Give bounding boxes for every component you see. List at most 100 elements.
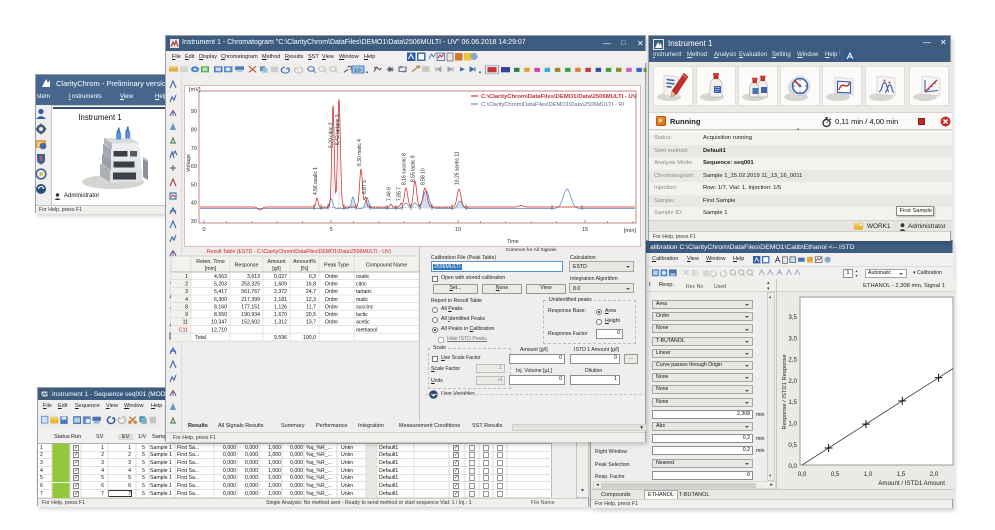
svg-text:0,0: 0,0 [788,463,797,470]
svg-text:30: 30 [191,219,197,225]
svg-text:5,42 tartaric 3: 5,42 tartaric 3 [335,114,341,145]
svg-text:8,16 succinc 8: 8,16 succinc 8 [402,153,408,185]
svg-text:561,767: 561,767 [241,289,260,295]
svg-text:1,0: 1,0 [788,421,797,428]
svg-text:[mV]: [mV] [189,87,201,93]
svg-text:3,613: 3,613 [247,274,260,280]
svg-text:80: 80 [191,128,197,134]
svg-text:2,0: 2,0 [930,471,939,478]
svg-text:0: 0 [202,227,205,233]
svg-text:4,563: 4,563 [214,274,227,280]
svg-text:40: 40 [191,201,197,207]
svg-text:1: 1 [185,274,188,280]
svg-text:Response: Response [235,263,259,269]
svg-text:7,85 7: 7,85 7 [397,187,403,201]
svg-text:oxalic: oxalic [356,274,370,280]
svg-text:Amount%: Amount% [293,259,316,265]
svg-text:malic: malic [356,297,369,303]
svg-text:Ordnr: Ordnr [325,282,339,288]
svg-text:5: 5 [329,227,332,233]
svg-text:lactic: lactic [356,312,368,318]
svg-text:C:\ClarityChrom\DataFiles\DEMO: C:\ClarityChrom\DataFiles\DEMO1\Data\250… [481,94,637,100]
svg-text:8,160: 8,160 [214,304,227,310]
svg-text:4: 4 [185,297,188,303]
svg-text:1,670: 1,670 [274,312,287,318]
svg-text:Ordnr: Ordnr [325,320,339,326]
svg-text:0,5: 0,5 [788,442,797,449]
svg-text:C11: C11 [179,327,188,333]
svg-text:100,0: 100,0 [303,335,316,341]
svg-text:8,550: 8,550 [214,312,227,318]
svg-text:0,027: 0,027 [274,274,287,280]
svg-text:9: 9 [185,312,188,318]
svg-text:succinc: succinc [356,304,374,310]
svg-text:Compound Name: Compound Name [366,263,408,269]
svg-text:methanol: methanol [356,327,377,333]
svg-text:2,5: 2,5 [788,357,797,364]
svg-text:Amount / ISTD1 Amount: Amount / ISTD1 Amount [878,480,945,487]
svg-text:1,0: 1,0 [864,471,873,478]
svg-text:6,300: 6,300 [214,297,227,303]
svg-text:11: 11 [183,320,188,326]
svg-text:9,596: 9,596 [274,335,287,341]
svg-text:16,8: 16,8 [306,282,316,288]
svg-text:2,372: 2,372 [274,289,287,295]
svg-text:tartaric: tartaric [356,289,372,295]
svg-text:12,3: 12,3 [306,297,316,303]
svg-text:217,399: 217,399 [241,297,260,303]
svg-text:3: 3 [185,289,188,295]
svg-text:5,20 citric 2: 5,20 citric 2 [329,122,335,148]
svg-text:1,126: 1,126 [274,304,287,310]
svg-text:[min]: [min] [205,266,217,272]
svg-text:152,602: 152,602 [241,320,260,326]
svg-text:3,5: 3,5 [788,314,797,321]
svg-text:2: 2 [185,282,188,288]
svg-text:1,181: 1,181 [274,297,287,303]
svg-text:Ordnr: Ordnr [325,304,339,310]
svg-text:3,0: 3,0 [788,335,797,342]
svg-text:70: 70 [191,146,197,152]
svg-text:acetic: acetic [356,320,370,326]
svg-text:[g/l]: [g/l] [272,266,281,272]
svg-text:1,609: 1,609 [274,282,287,288]
svg-text:Peak Type: Peak Type [324,263,349,269]
svg-text:1,312: 1,312 [274,320,287,326]
svg-text:Response / ISTD1 Response: Response / ISTD1 Response [782,354,788,429]
svg-text:20,5: 20,5 [306,312,316,318]
svg-text:10: 10 [455,227,461,233]
svg-text:7,46 6: 7,46 6 [387,187,393,201]
svg-text:C:\ClarityChrom\DataFiles\DEMO: C:\ClarityChrom\DataFiles\DEMO1\Data\250… [481,102,624,108]
svg-text:50: 50 [191,182,197,188]
svg-text:8,98 10: 8,98 10 [421,168,427,185]
svg-text:8,55 lactic 9: 8,55 lactic 9 [411,155,417,182]
svg-text:citric: citric [356,282,367,288]
svg-text:4,56 oxalic 1: 4,56 oxalic 1 [313,167,319,195]
svg-text:24,7: 24,7 [306,289,316,295]
svg-text:5,203: 5,203 [214,282,227,288]
svg-text:10,347: 10,347 [211,320,227,326]
svg-text:5,417: 5,417 [214,289,227,295]
svg-text:0,5: 0,5 [831,471,840,478]
svg-text:[%]: [%] [301,266,309,272]
svg-text:8: 8 [185,304,188,310]
svg-text:6,87 5: 6,87 5 [362,180,368,194]
svg-text:Reten. Time: Reten. Time [196,259,225,265]
svg-text:6,30 malic 4: 6,30 malic 4 [357,139,363,166]
svg-text:2,0: 2,0 [788,378,797,385]
svg-text:Total: Total [195,335,206,341]
svg-text:11,7: 11,7 [306,304,316,310]
svg-text:15: 15 [582,227,588,233]
svg-text:Ordnr: Ordnr [325,274,339,280]
svg-text:10,25 acetic 11: 10,25 acetic 11 [455,151,461,185]
svg-text:253,325: 253,325 [241,282,260,288]
svg-text:Ordnr: Ordnr [325,312,339,318]
svg-text:177,151: 177,151 [241,304,260,310]
svg-text:12,710: 12,710 [211,327,227,333]
svg-text:1,5: 1,5 [897,471,906,478]
svg-text:13,7: 13,7 [306,320,316,326]
svg-text:Ordnr: Ordnr [325,297,339,303]
svg-text:Time: Time [507,239,519,245]
svg-text:0,3: 0,3 [309,274,316,280]
svg-text:10: 10 [354,68,361,73]
svg-text:90: 90 [191,109,197,115]
